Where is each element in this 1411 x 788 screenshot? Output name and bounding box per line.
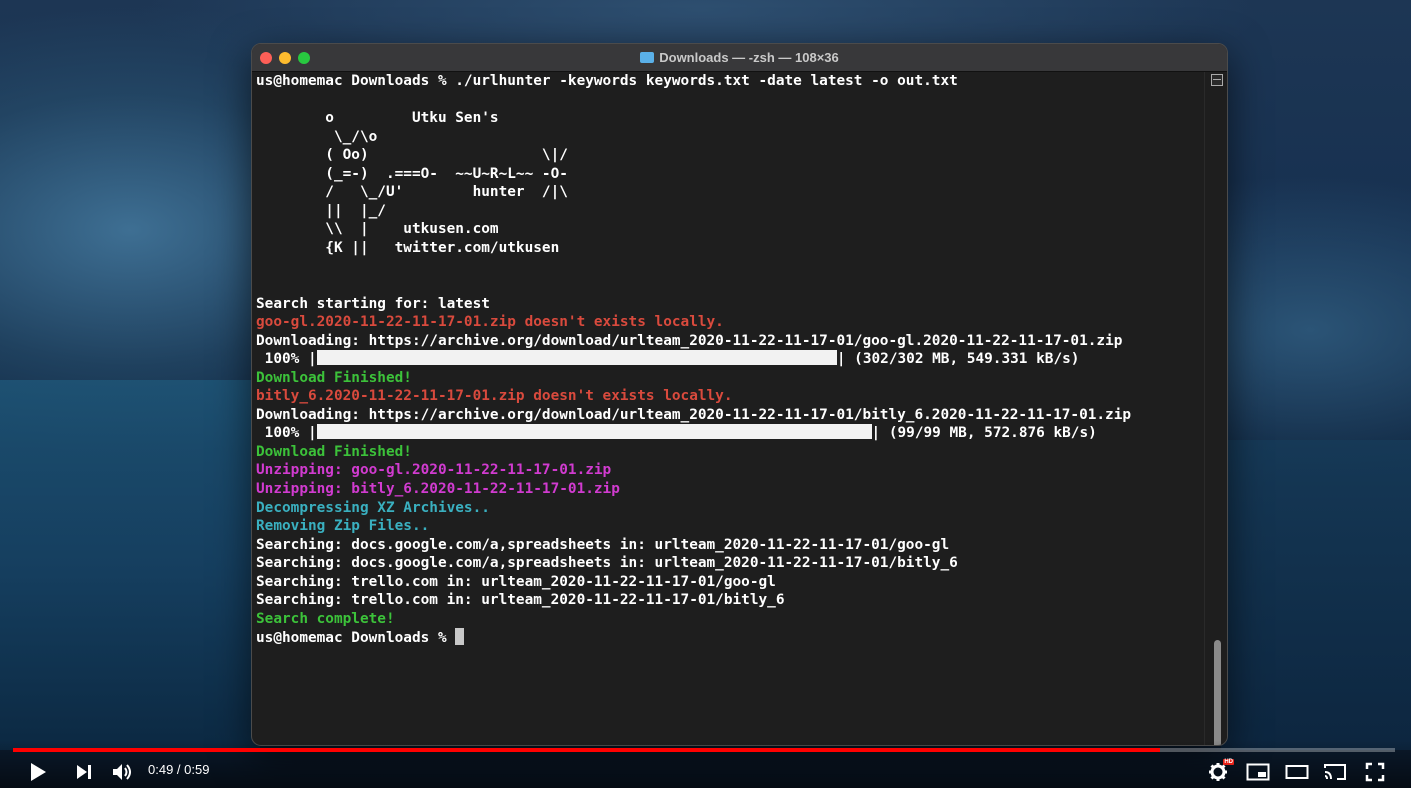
video-controls: 0:49 / 0:59 HD	[0, 740, 1411, 788]
play-button[interactable]	[26, 760, 50, 784]
terminal-line-text: Decompressing XZ Archives..	[256, 500, 490, 516]
progress-stats: | (302/302 MB, 549.331 kB/s)	[837, 351, 1080, 367]
terminal-line-text: \\ | utkusen.com	[256, 221, 499, 237]
window-title-text: Downloads — -zsh — 108×36	[659, 50, 839, 65]
terminal-line-text: o Utku Sen's	[256, 110, 499, 126]
terminal-line-text: Searching: docs.google.com/a,spreadsheet…	[256, 537, 949, 553]
terminal-line-text: Searching: docs.google.com/a,spreadsheet…	[256, 555, 958, 571]
terminal-line: \_/\o	[256, 128, 1205, 147]
fullscreen-icon	[1365, 762, 1385, 782]
terminal-line	[256, 91, 1205, 110]
volume-icon	[111, 762, 135, 782]
progress-stats: | (99/99 MB, 572.876 kB/s)	[872, 425, 1097, 441]
scrollbar-thumb[interactable]	[1214, 640, 1221, 746]
terminal-line-text: Unzipping: bitly_6.2020-11-22-11-17-01.z…	[256, 481, 620, 497]
terminal-line: Search complete!	[256, 610, 1205, 629]
cast-icon	[1323, 762, 1347, 782]
terminal-line-text: goo-gl.2020-11-22-11-17-01.zip doesn't e…	[256, 314, 724, 330]
terminal-line-text: Searching: trello.com in: urlteam_2020-1…	[256, 574, 776, 590]
folder-icon	[640, 52, 654, 63]
miniplayer-button[interactable]	[1245, 760, 1271, 784]
terminal-line: / \_/U' hunter /|\	[256, 183, 1205, 202]
hd-badge: HD	[1223, 759, 1234, 765]
terminal-line: Download Finished!	[256, 369, 1205, 388]
cast-button[interactable]	[1322, 760, 1348, 784]
next-button[interactable]	[72, 760, 96, 784]
settings-button[interactable]: HD	[1206, 760, 1230, 784]
terminal-line: 100% | | (302/302 MB, 549.331 kB/s)	[256, 350, 1205, 369]
terminal-line: Downloading: https://archive.org/downloa…	[256, 406, 1205, 425]
miniplayer-icon	[1246, 763, 1270, 781]
terminal-line-text: Search complete!	[256, 611, 395, 627]
terminal-line-text: bitly_6.2020-11-22-11-17-01.zip doesn't …	[256, 388, 733, 404]
terminal-line: Decompressing XZ Archives..	[256, 499, 1205, 518]
terminal-cursor	[455, 628, 464, 645]
terminal-line: us@homemac Downloads % ./urlhunter -keyw…	[256, 72, 1205, 91]
terminal-line: Searching: docs.google.com/a,spreadsheet…	[256, 536, 1205, 555]
terminal-line: Removing Zip Files..	[256, 517, 1205, 536]
wallpaper-sea-left	[0, 380, 260, 750]
terminal-line: {K || twitter.com/utkusen	[256, 239, 1205, 258]
terminal-line-text: / \_/U' hunter /|\	[256, 184, 568, 200]
terminal-line: Downloading: https://archive.org/downloa…	[256, 332, 1205, 351]
terminal-line: Search starting for: latest	[256, 295, 1205, 314]
terminal-line	[256, 276, 1205, 295]
terminal-line: Searching: docs.google.com/a,spreadsheet…	[256, 554, 1205, 573]
terminal-line: Download Finished!	[256, 443, 1205, 462]
terminal-line: goo-gl.2020-11-22-11-17-01.zip doesn't e…	[256, 313, 1205, 332]
terminal-line: Unzipping: goo-gl.2020-11-22-11-17-01.zi…	[256, 461, 1205, 480]
settings-icon	[1208, 762, 1228, 782]
terminal-line: Searching: trello.com in: urlteam_2020-1…	[256, 591, 1205, 610]
play-icon	[29, 762, 47, 782]
terminal-line: bitly_6.2020-11-22-11-17-01.zip doesn't …	[256, 387, 1205, 406]
terminal-window[interactable]: Downloads — -zsh — 108×36 us@homemac Dow…	[251, 43, 1228, 746]
terminal-line-text: || |_/	[256, 203, 386, 219]
terminal-line-text: Searching: trello.com in: urlteam_2020-1…	[256, 592, 785, 608]
time-display: 0:49 / 0:59	[148, 762, 209, 777]
video-progress-played	[13, 748, 1160, 752]
fullscreen-button[interactable]	[1362, 760, 1388, 784]
next-icon	[75, 763, 93, 781]
terminal-line	[256, 257, 1205, 276]
download-progress-bar	[317, 424, 872, 439]
progress-percent-label: 100% |	[256, 425, 317, 441]
terminal-line-text: Download Finished!	[256, 444, 412, 460]
theater-mode-button[interactable]	[1284, 760, 1310, 784]
scrollbar[interactable]	[1204, 72, 1227, 745]
terminal-line: Searching: trello.com in: urlteam_2020-1…	[256, 573, 1205, 592]
terminal-line-text: us@homemac Downloads % ./urlhunter -keyw…	[256, 73, 958, 89]
terminal-line-text: (_=-) .===O- ~~U~R~L~~ -O-	[256, 166, 568, 182]
terminal-line: \\ | utkusen.com	[256, 220, 1205, 239]
terminal-line: o Utku Sen's	[256, 109, 1205, 128]
terminal-line-text: ( Oo) \|/	[256, 147, 568, 163]
terminal-line: (_=-) .===O- ~~U~R~L~~ -O-	[256, 165, 1205, 184]
video-progress-bar[interactable]	[13, 748, 1395, 752]
terminal-line: || |_/	[256, 202, 1205, 221]
terminal-line-text: Downloading: https://archive.org/downloa…	[256, 407, 1131, 423]
terminal-line-text: \_/\o	[256, 129, 377, 145]
terminal-line: Unzipping: bitly_6.2020-11-22-11-17-01.z…	[256, 480, 1205, 499]
volume-button[interactable]	[110, 760, 136, 784]
terminal-line-text: Search starting for: latest	[256, 296, 490, 312]
terminal-line-text: us@homemac Downloads %	[256, 630, 455, 646]
terminal-line-text: Removing Zip Files..	[256, 518, 429, 534]
terminal-line: us@homemac Downloads %	[256, 628, 1205, 647]
terminal-line-text: Download Finished!	[256, 370, 412, 386]
wallpaper-sea-right	[1221, 440, 1411, 750]
terminal-line-text: Unzipping: goo-gl.2020-11-22-11-17-01.zi…	[256, 462, 611, 478]
terminal-output[interactable]: us@homemac Downloads % ./urlhunter -keyw…	[256, 72, 1205, 745]
terminal-line-text: {K || twitter.com/utkusen	[256, 240, 559, 256]
terminal-line-text: Downloading: https://archive.org/downloa…	[256, 333, 1122, 349]
title-bar[interactable]: Downloads — -zsh — 108×36	[252, 44, 1227, 72]
terminal-line: ( Oo) \|/	[256, 146, 1205, 165]
window-title: Downloads — -zsh — 108×36	[252, 50, 1227, 65]
theater-icon	[1285, 764, 1309, 780]
split-pane-icon[interactable]	[1211, 74, 1223, 86]
progress-percent-label: 100% |	[256, 351, 317, 367]
download-progress-bar	[317, 350, 837, 365]
terminal-line: 100% | | (99/99 MB, 572.876 kB/s)	[256, 424, 1205, 443]
